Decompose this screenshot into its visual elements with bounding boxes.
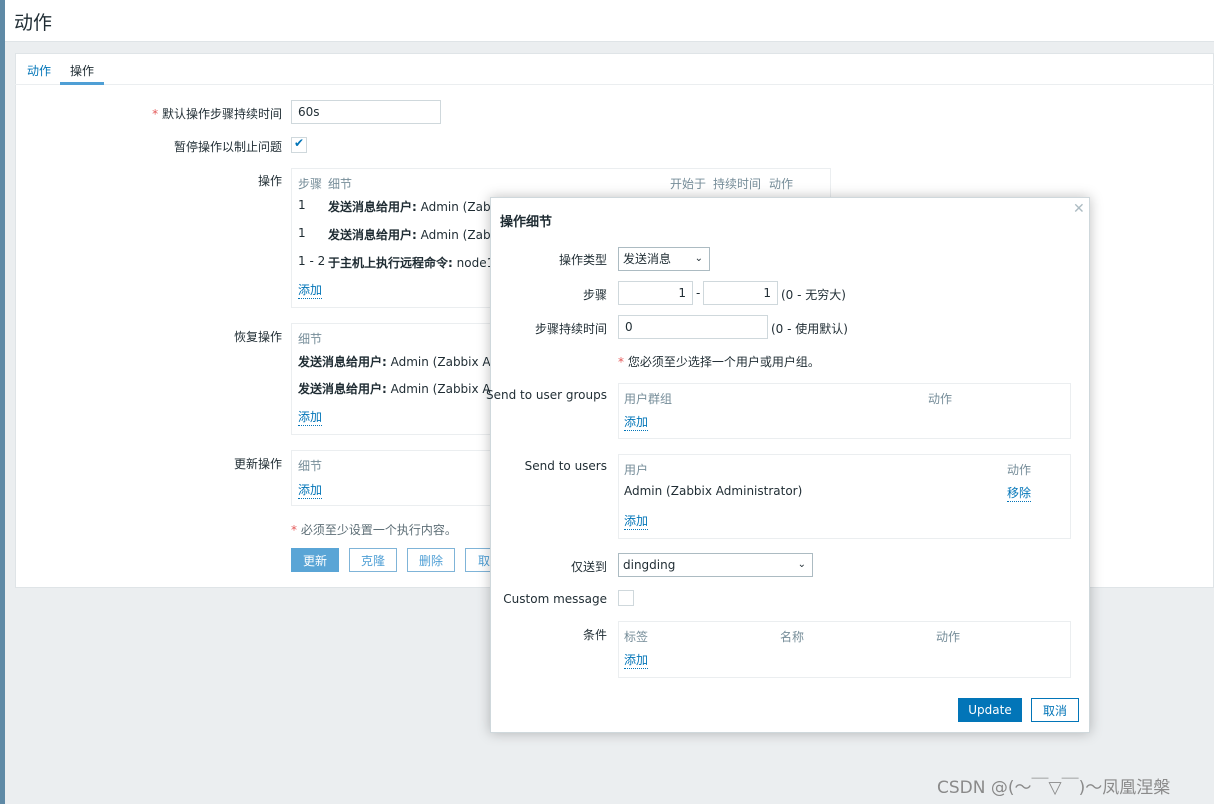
dialog-cancel-button[interactable]: 取消 (1031, 698, 1079, 722)
add-operation-link[interactable]: 添加 (298, 281, 323, 299)
op-detail: 发送消息给用户: Admin (Zabbi (328, 200, 502, 214)
add-condition-link[interactable]: 添加 (624, 651, 649, 669)
col-action: 动作 (936, 630, 961, 644)
users-label: Send to users (524, 459, 607, 473)
op-type-select[interactable]: 发送消息 ⌄ (618, 247, 710, 271)
header (5, 0, 1214, 42)
col-detail: 细节 (328, 177, 353, 191)
close-icon[interactable]: ✕ (1073, 201, 1085, 217)
watermark: CSDN @(～￣▽￣)～凤凰涅槃 (937, 778, 1171, 798)
col-tag: 标签 (624, 630, 649, 644)
add-group-link[interactable]: 添加 (624, 413, 649, 431)
col-user: 用户 (624, 463, 649, 477)
recovery-label: 恢复操作 (233, 330, 282, 344)
add-user-link[interactable]: 添加 (624, 512, 649, 530)
recovery-detail: 发送消息给用户: Admin (Zabbix Adm (298, 382, 510, 396)
tab-action[interactable]: 动作 (27, 62, 51, 79)
groups-label: Send to user groups (486, 388, 607, 402)
step-duration-label: * 默认操作步骤持续时间 (152, 107, 282, 121)
col-group: 用户群组 (624, 392, 673, 406)
dash: - (696, 286, 701, 300)
pause-checkbox[interactable]: ✔ (291, 136, 307, 153)
chevron-down-icon: ⌄ (694, 253, 703, 264)
op-step: 1 - 2 (298, 254, 326, 268)
media-type-select[interactable]: dingding ⌄ (618, 553, 813, 577)
check-icon: ✔ (294, 136, 305, 150)
step-duration-label: 步骤持续时间 (534, 322, 607, 336)
col-action: 动作 (1007, 463, 1032, 477)
op-detail: 发送消息给用户: Admin (Zabbi (328, 228, 502, 242)
conditions-label: 条件 (582, 628, 607, 642)
tab-selected-indicator (60, 82, 104, 85)
add-update-op-link[interactable]: 添加 (298, 481, 323, 499)
steps-label: 步骤 (582, 288, 607, 302)
col-action: 动作 (928, 392, 953, 406)
update-ops-label: 更新操作 (233, 457, 282, 471)
op-detail: 于主机上执行远程命令: node1 (328, 256, 495, 270)
dialog-title: 操作细节 (500, 215, 553, 230)
operations-label: 操作 (257, 174, 282, 188)
col-name: 名称 (780, 630, 805, 644)
tab-divider (15, 84, 1214, 85)
pause-label: 暂停操作以制止问题 (173, 140, 282, 154)
col-detail: 细节 (298, 459, 323, 473)
delete-button[interactable]: 删除 (407, 548, 455, 572)
step-duration-input[interactable] (618, 315, 768, 339)
steps-hint: (0 - 无穷大) (781, 288, 846, 302)
page-title: 动作 (14, 12, 53, 34)
add-recovery-link[interactable]: 添加 (298, 408, 323, 426)
col-duration: 持续时间 (713, 177, 762, 191)
only-to-label: 仅送到 (570, 560, 607, 574)
col-step: 步骤 (298, 177, 323, 191)
conditions-table (618, 621, 1071, 678)
op-type-label: 操作类型 (558, 253, 607, 267)
step-duration-input[interactable] (291, 100, 441, 124)
custom-message-label: Custom message (503, 592, 607, 606)
dialog-note: * 您必须至少选择一个用户或用户组。 (618, 355, 820, 369)
step-to-input[interactable] (703, 281, 778, 305)
chevron-down-icon: ⌄ (797, 559, 806, 570)
required-note: * 必须至少设置一个执行内容。 (291, 523, 457, 537)
step-duration-hint: (0 - 使用默认) (771, 322, 848, 336)
user-name: Admin (Zabbix Administrator) (624, 484, 803, 498)
col-start: 开始于 (670, 177, 707, 191)
custom-message-checkbox[interactable] (618, 590, 634, 606)
tab-operations[interactable]: 操作 (70, 62, 94, 79)
clone-button[interactable]: 克隆 (349, 548, 397, 572)
update-button[interactable]: 更新 (291, 548, 339, 572)
col-detail: 细节 (298, 332, 323, 346)
op-step: 1 (298, 226, 306, 240)
groups-table (618, 383, 1071, 439)
op-step: 1 (298, 198, 306, 212)
dialog-update-button[interactable]: Update (958, 698, 1022, 722)
sidebar-strip (0, 0, 5, 804)
col-action: 动作 (769, 177, 794, 191)
remove-user-link[interactable]: 移除 (1007, 484, 1032, 502)
step-from-input[interactable] (618, 281, 693, 305)
recovery-detail: 发送消息给用户: Admin (Zabbix Adm (298, 355, 510, 369)
